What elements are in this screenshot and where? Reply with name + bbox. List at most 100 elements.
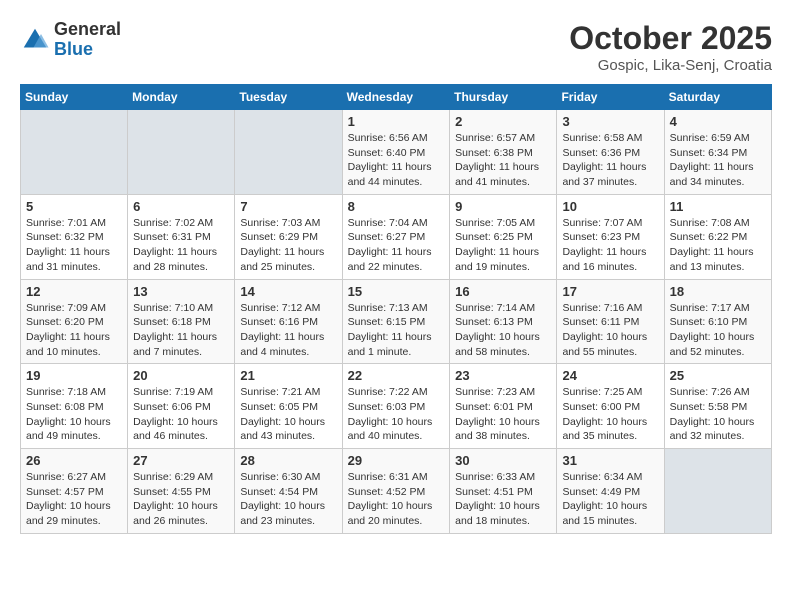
day-number: 2 [455,114,551,129]
calendar-cell: 24 Sunrise: 7:25 AM Sunset: 6:00 PM Dayli… [557,364,664,449]
day-info: Sunrise: 7:04 AM Sunset: 6:27 PM Dayligh… [348,216,445,275]
logo-blue: Blue [54,40,121,60]
calendar-cell: 25Sunrise: 7:26 AM Sunset: 5:58 PM Dayli… [664,364,771,449]
calendar-cell: 7 Sunrise: 7:03 AM Sunset: 6:29 PM Daylig… [235,194,342,279]
day-info: Sunrise: 7:10 AM Sunset: 6:18 PM Dayligh… [133,301,229,360]
day-number: 1 [348,114,445,129]
logo-general: General [54,20,121,40]
day-info: Sunrise: 6:34 AM Sunset: 4:49 PM Dayligh… [562,470,658,529]
day-number: 16 [455,284,551,299]
calendar-cell [235,110,342,195]
title-block: October 2025 Gospic, Lika-Senj, Croatia [569,20,772,74]
calendar-cell: 30 Sunrise: 6:33 AM Sunset: 4:51 PM Dayli… [450,449,557,534]
calendar-cell: 28Sunrise: 6:30 AM Sunset: 4:54 PM Dayli… [235,449,342,534]
weekday-header-thursday: Thursday [450,85,557,110]
weekday-header-friday: Friday [557,85,664,110]
day-number: 30 [455,453,551,468]
calendar-cell: 2 Sunrise: 6:57 AM Sunset: 6:38 PM Daylig… [450,110,557,195]
day-number: 6 [133,199,229,214]
logo-icon [20,25,50,55]
day-number: 15 [348,284,445,299]
day-number: 23 [455,368,551,383]
calendar-cell: 13 Sunrise: 7:10 AM Sunset: 6:18 PM Dayli… [128,279,235,364]
day-info: Sunrise: 7:17 AM Sunset: 6:10 PM Dayligh… [670,301,766,360]
week-row-3: 12 Sunrise: 7:09 AM Sunset: 6:20 PM Dayli… [21,279,772,364]
calendar-cell: 6 Sunrise: 7:02 AM Sunset: 6:31 PM Daylig… [128,194,235,279]
week-row-4: 19Sunrise: 7:18 AM Sunset: 6:08 PM Dayli… [21,364,772,449]
day-number: 11 [670,199,766,214]
calendar-cell: 19Sunrise: 7:18 AM Sunset: 6:08 PM Dayli… [21,364,128,449]
day-info: Sunrise: 7:12 AM Sunset: 6:16 PM Dayligh… [240,301,336,360]
day-number: 18 [670,284,766,299]
day-info: Sunrise: 7:01 AM Sunset: 6:32 PM Dayligh… [26,216,122,275]
calendar-cell: 5 Sunrise: 7:01 AM Sunset: 6:32 PM Daylig… [21,194,128,279]
day-info: Sunrise: 6:56 AM Sunset: 6:40 PM Dayligh… [348,131,445,190]
day-info: Sunrise: 6:57 AM Sunset: 6:38 PM Dayligh… [455,131,551,190]
calendar-cell: 17 Sunrise: 7:16 AM Sunset: 6:11 PM Dayli… [557,279,664,364]
day-info: Sunrise: 7:05 AM Sunset: 6:25 PM Dayligh… [455,216,551,275]
calendar-cell: 29 Sunrise: 6:31 AM Sunset: 4:52 PM Dayli… [342,449,450,534]
day-info: Sunrise: 6:59 AM Sunset: 6:34 PM Dayligh… [670,131,766,190]
calendar-cell: 31 Sunrise: 6:34 AM Sunset: 4:49 PM Dayli… [557,449,664,534]
day-info: Sunrise: 7:25 AM Sunset: 6:00 PM Dayligh… [562,385,658,444]
day-number: 27 [133,453,229,468]
calendar-cell: 10Sunrise: 7:07 AM Sunset: 6:23 PM Dayli… [557,194,664,279]
day-info: Sunrise: 7:23 AM Sunset: 6:01 PM Dayligh… [455,385,551,444]
day-number: 25 [670,368,766,383]
calendar-table: SundayMondayTuesdayWednesdayThursdayFrid… [20,84,772,534]
day-info: Sunrise: 7:09 AM Sunset: 6:20 PM Dayligh… [26,301,122,360]
day-number: 17 [562,284,658,299]
day-number: 20 [133,368,229,383]
day-number: 3 [562,114,658,129]
calendar-cell: 11 Sunrise: 7:08 AM Sunset: 6:22 PM Dayli… [664,194,771,279]
calendar-cell: 27 Sunrise: 6:29 AM Sunset: 4:55 PM Dayli… [128,449,235,534]
day-number: 4 [670,114,766,129]
day-number: 12 [26,284,122,299]
day-info: Sunrise: 7:08 AM Sunset: 6:22 PM Dayligh… [670,216,766,275]
calendar-cell [128,110,235,195]
logo: General Blue [20,20,121,60]
day-info: Sunrise: 6:27 AM Sunset: 4:57 PM Dayligh… [26,470,122,529]
day-number: 21 [240,368,336,383]
calendar-cell: 23 Sunrise: 7:23 AM Sunset: 6:01 PM Dayli… [450,364,557,449]
day-info: Sunrise: 6:58 AM Sunset: 6:36 PM Dayligh… [562,131,658,190]
day-info: Sunrise: 7:22 AM Sunset: 6:03 PM Dayligh… [348,385,445,444]
day-info: Sunrise: 7:07 AM Sunset: 6:23 PM Dayligh… [562,216,658,275]
day-number: 29 [348,453,445,468]
weekday-header-tuesday: Tuesday [235,85,342,110]
day-info: Sunrise: 7:02 AM Sunset: 6:31 PM Dayligh… [133,216,229,275]
day-info: Sunrise: 7:19 AM Sunset: 6:06 PM Dayligh… [133,385,229,444]
calendar-cell: 20 Sunrise: 7:19 AM Sunset: 6:06 PM Dayli… [128,364,235,449]
day-info: Sunrise: 7:18 AM Sunset: 6:08 PM Dayligh… [26,385,122,444]
day-number: 5 [26,199,122,214]
calendar-cell: 22 Sunrise: 7:22 AM Sunset: 6:03 PM Dayli… [342,364,450,449]
day-number: 26 [26,453,122,468]
day-info: Sunrise: 7:03 AM Sunset: 6:29 PM Dayligh… [240,216,336,275]
day-info: Sunrise: 7:13 AM Sunset: 6:15 PM Dayligh… [348,301,445,360]
day-number: 7 [240,199,336,214]
day-info: Sunrise: 6:31 AM Sunset: 4:52 PM Dayligh… [348,470,445,529]
calendar-cell: 4 Sunrise: 6:59 AM Sunset: 6:34 PM Daylig… [664,110,771,195]
week-row-2: 5 Sunrise: 7:01 AM Sunset: 6:32 PM Daylig… [21,194,772,279]
calendar-cell: 15 Sunrise: 7:13 AM Sunset: 6:15 PM Dayli… [342,279,450,364]
day-info: Sunrise: 7:16 AM Sunset: 6:11 PM Dayligh… [562,301,658,360]
day-number: 13 [133,284,229,299]
calendar-cell [21,110,128,195]
day-number: 24 [562,368,658,383]
calendar-cell: 8Sunrise: 7:04 AM Sunset: 6:27 PM Daylig… [342,194,450,279]
day-info: Sunrise: 6:29 AM Sunset: 4:55 PM Dayligh… [133,470,229,529]
calendar-cell: 12 Sunrise: 7:09 AM Sunset: 6:20 PM Dayli… [21,279,128,364]
location: Gospic, Lika-Senj, Croatia [569,57,772,74]
calendar-cell: 18 Sunrise: 7:17 AM Sunset: 6:10 PM Dayli… [664,279,771,364]
weekday-header-saturday: Saturday [664,85,771,110]
day-info: Sunrise: 6:33 AM Sunset: 4:51 PM Dayligh… [455,470,551,529]
day-number: 22 [348,368,445,383]
day-info: Sunrise: 6:30 AM Sunset: 4:54 PM Dayligh… [240,470,336,529]
calendar-cell: 1 Sunrise: 6:56 AM Sunset: 6:40 PM Daylig… [342,110,450,195]
day-number: 14 [240,284,336,299]
calendar-cell: 9Sunrise: 7:05 AM Sunset: 6:25 PM Daylig… [450,194,557,279]
weekday-header-sunday: Sunday [21,85,128,110]
calendar-cell: 3 Sunrise: 6:58 AM Sunset: 6:36 PM Daylig… [557,110,664,195]
week-row-1: 1 Sunrise: 6:56 AM Sunset: 6:40 PM Daylig… [21,110,772,195]
day-number: 31 [562,453,658,468]
